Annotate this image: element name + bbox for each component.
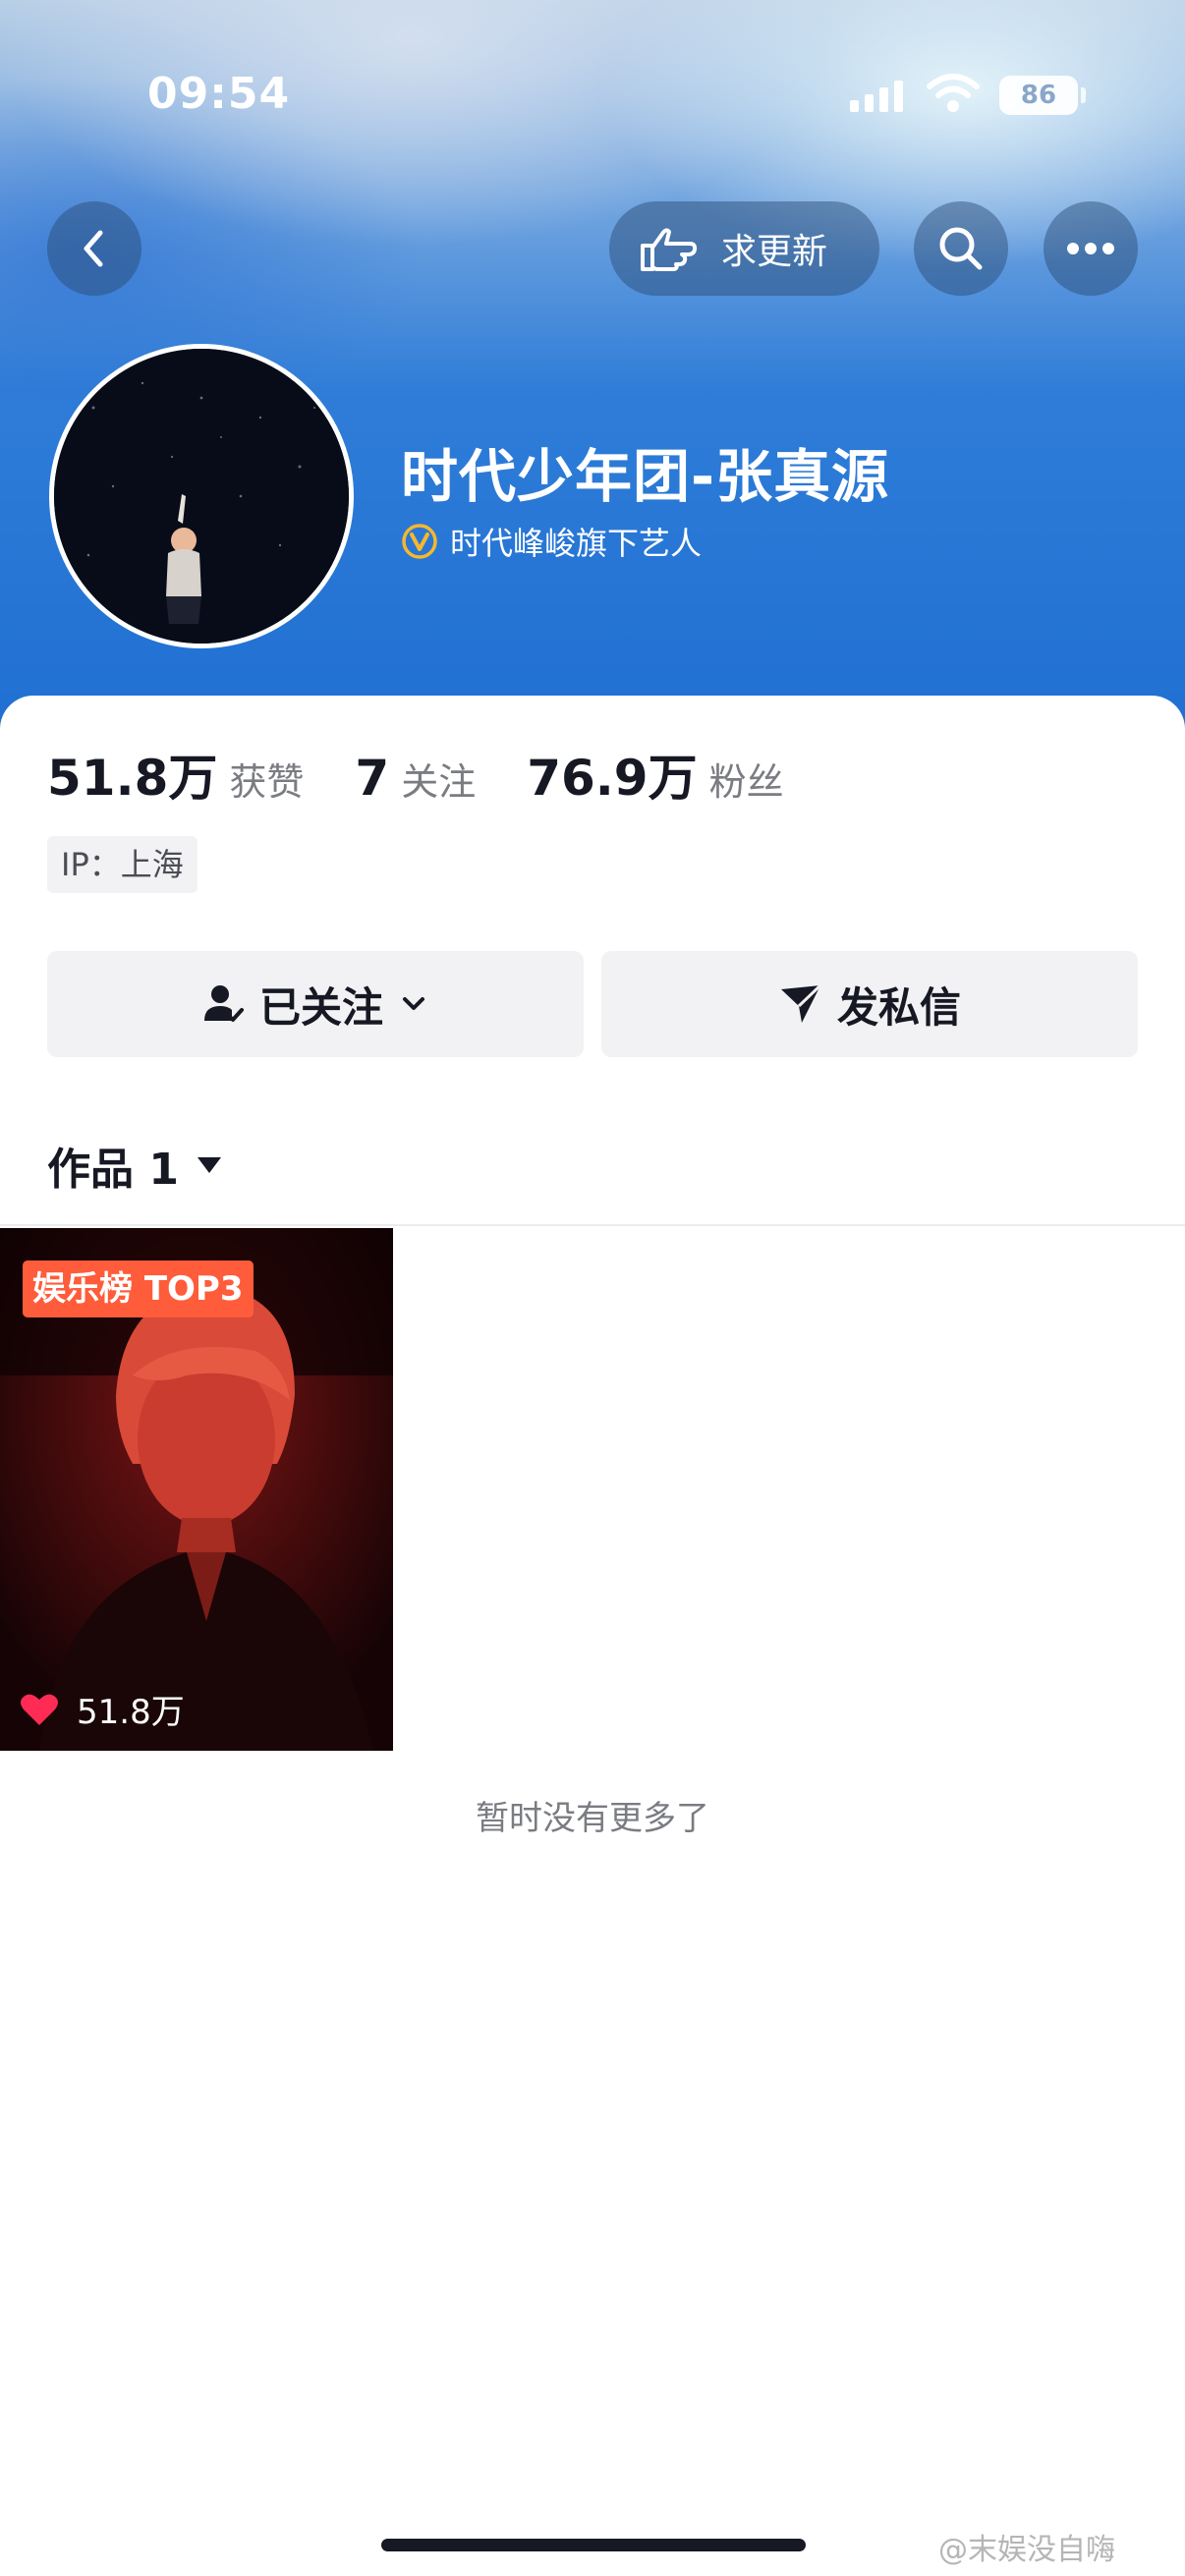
video-thumbnail[interactable]: 娱乐榜 TOP3 51.8万 xyxy=(0,1228,393,1751)
heart-icon xyxy=(21,1694,58,1725)
video-likes-count: 51.8万 xyxy=(77,1693,185,1732)
avatar-image xyxy=(54,349,349,644)
cellular-signal-icon xyxy=(850,79,903,112)
profile-panel: 51.8万 获赞 7 关注 76.9万 粉丝 IP：上海 已关注 发私信 作品 … xyxy=(0,696,1185,2576)
end-of-list-text: 暂时没有更多了 xyxy=(476,1799,709,1838)
followers-label[interactable]: 粉丝 xyxy=(709,752,784,806)
following-count[interactable]: 7 xyxy=(355,750,389,807)
avatar[interactable] xyxy=(49,344,354,648)
followed-button[interactable]: 已关注 xyxy=(47,951,584,1057)
following-label[interactable]: 关注 xyxy=(401,752,476,806)
verified-badge: 时代峰峻旗下艺人 xyxy=(401,519,702,564)
verified-text: 时代峰峻旗下艺人 xyxy=(450,525,703,562)
back-button[interactable] xyxy=(47,201,141,296)
more-button[interactable] xyxy=(1044,201,1138,296)
status-time: 09:54 xyxy=(147,69,291,119)
video-likes: 51.8万 xyxy=(20,1685,185,1733)
request-update-button[interactable]: 求更新 xyxy=(609,201,879,296)
likes-label: 获赞 xyxy=(229,760,305,804)
paper-plane-icon xyxy=(780,983,822,1023)
chevron-left-icon xyxy=(84,230,103,267)
chevron-down-icon xyxy=(403,997,424,1010)
pointing-hand-icon xyxy=(641,228,698,271)
ip-location-tag: IP：上海 xyxy=(47,836,198,893)
works-tab-label: 作品 1 xyxy=(47,1145,179,1195)
tab-divider xyxy=(0,1224,1185,1226)
watermark: @末娱没自嗨 xyxy=(938,2533,1115,2567)
send-message-button[interactable]: 发私信 xyxy=(601,951,1138,1057)
user-check-icon xyxy=(203,985,244,1022)
profile-header: 09:54 86 求更新 时代少年团-张真源 时代峰峻旗下艺人 xyxy=(0,0,1185,747)
verified-v-icon xyxy=(402,524,437,559)
battery-indicator: 86 xyxy=(999,76,1078,115)
tab-works[interactable]: 作品 1 xyxy=(47,1134,224,1197)
profile-name: 时代少年团-张真源 xyxy=(401,443,890,510)
search-icon xyxy=(939,227,983,270)
home-indicator[interactable] xyxy=(381,2539,806,2551)
entertainment-rank-badge: 娱乐榜 TOP3 xyxy=(23,1260,254,1317)
followed-label: 已关注 xyxy=(258,982,383,1032)
likes-count: 51.8万 xyxy=(47,750,218,807)
followers-count[interactable]: 76.9万 xyxy=(527,739,697,810)
more-dots-icon xyxy=(1067,243,1114,254)
wifi-icon xyxy=(927,74,980,112)
request-update-label: 求更新 xyxy=(721,232,828,272)
send-message-label: 发私信 xyxy=(836,982,961,1032)
battery-tip xyxy=(1081,87,1086,103)
stats-row: 51.8万 获赞 7 关注 76.9万 粉丝 xyxy=(47,739,835,810)
caret-down-icon xyxy=(197,1157,221,1173)
search-button[interactable] xyxy=(914,201,1008,296)
status-bar: 09:54 86 xyxy=(0,59,1185,128)
